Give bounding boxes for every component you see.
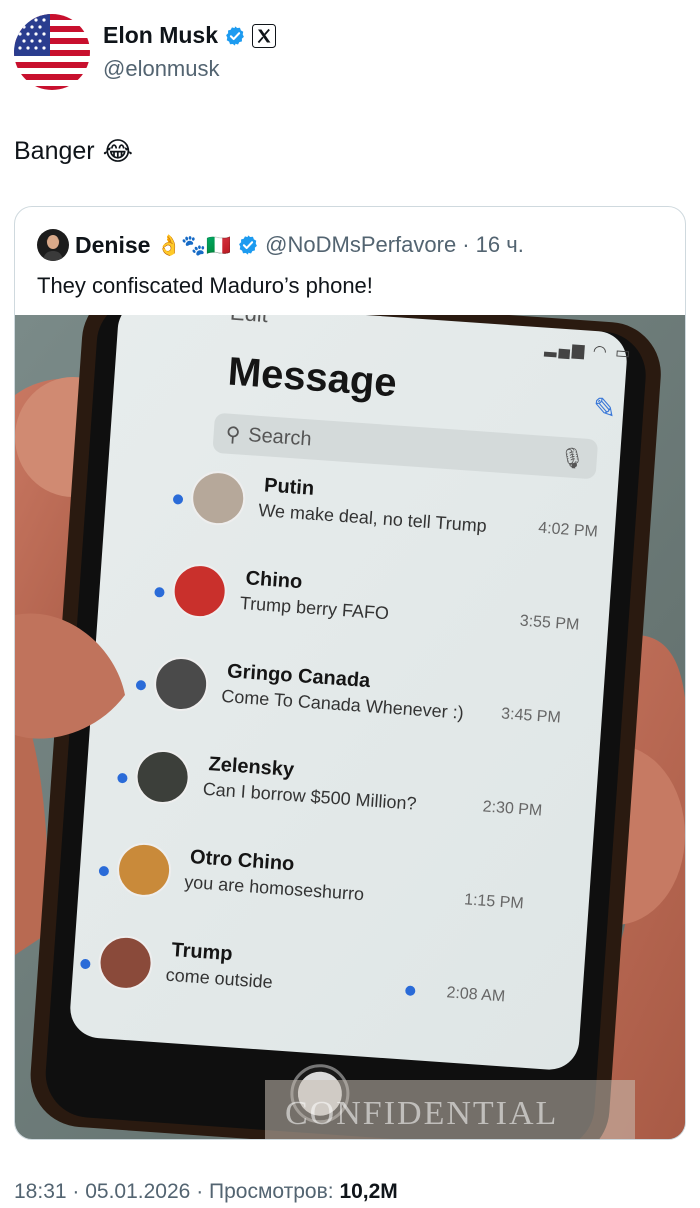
contact-avatar — [133, 748, 192, 806]
message-row: Zelensky Can I borrow $500 Million? 2:30… — [114, 747, 559, 859]
author-avatar[interactable] — [14, 14, 90, 90]
quote-handle[interactable]: @NoDMsPerfavore — [265, 232, 456, 258]
message-time: 4:02 PM — [537, 519, 599, 541]
confidential-watermark: CONFIDENTIAL — [285, 1095, 559, 1132]
message-time: 1:15 PM — [463, 891, 525, 913]
search-icon: ⚲ — [224, 423, 242, 447]
contact-name: Zelensky — [207, 753, 295, 782]
unread-dot — [135, 679, 147, 691]
author-handle[interactable]: @elonmusk — [103, 56, 220, 82]
contact-name: Putin — [263, 474, 315, 500]
post-date[interactable]: 05.01.2026 — [85, 1180, 190, 1203]
message-time: 2:08 AM — [445, 984, 506, 1006]
search-placeholder: Search — [247, 423, 313, 451]
contact-avatar — [152, 655, 210, 713]
name-emojis: 👌🐾🇮🇹 — [156, 234, 232, 257]
contact-name: Trump — [170, 939, 234, 966]
phone-screen: Edit ▂▄▆ ◠ ▭ Message ✎ ⚲ Search 🎙 Putin … — [80, 315, 643, 1073]
quoted-tweet[interactable]: Denise 👌🐾🇮🇹 @NoDMsPerfavore · 16 ч. They… — [14, 206, 686, 1140]
message-preview: come outside — [165, 964, 274, 993]
message-row: Putin We make deal, no tell Trump 4:02 P… — [169, 468, 614, 580]
quote-time[interactable]: · 16 ч. — [462, 232, 524, 258]
unread-dot — [172, 494, 184, 505]
views-count: 10,2M — [339, 1180, 398, 1203]
contact-name: Chino — [244, 567, 303, 594]
message-preview: Come To Canada Whenever :) — [220, 685, 465, 723]
message-row: Gringo Canada Come To Canada Whenever :)… — [132, 654, 577, 766]
compose-icon: ✎ — [591, 392, 618, 425]
contact-avatar — [170, 562, 229, 620]
quote-text: They confiscated Maduro’s phone! — [37, 273, 373, 298]
message-time: 2:30 PM — [482, 798, 543, 820]
contact-name: Otro Chino — [189, 846, 296, 876]
message-time: 3:45 PM — [500, 705, 562, 727]
unread-dot — [154, 586, 165, 598]
status-bar-icons: ▂▄▆ ◠ ▭ — [543, 339, 633, 363]
unread-dot — [98, 865, 110, 877]
message-time: 3:55 PM — [519, 612, 580, 634]
author-name-row: Elon Musk — [103, 22, 277, 49]
message-preview: Trump berry FAFO — [239, 592, 390, 624]
unread-dot — [80, 958, 91, 970]
post-text-content: Banger — [14, 137, 95, 165]
quote-header: Denise 👌🐾🇮🇹 @NoDMsPerfavore · 16 ч. — [37, 229, 524, 261]
message-row: Chino Trump berry FAFO 3:55 PM — [151, 561, 596, 673]
search-bar: ⚲ Search 🎙 — [212, 412, 599, 480]
unread-dot — [117, 772, 128, 784]
message-preview: you are homoseshurro — [183, 871, 365, 905]
verified-badge-icon[interactable] — [224, 25, 246, 47]
views-label: Просмотров: — [209, 1180, 334, 1203]
microphone-icon: 🎙 — [558, 446, 586, 471]
verified-badge-icon — [239, 235, 258, 255]
quote-name[interactable]: Denise — [75, 232, 150, 259]
unread-dot — [404, 985, 416, 997]
message-preview: Can I borrow $500 Million? — [202, 778, 418, 814]
contact-avatar — [115, 841, 173, 899]
post-meta: 18:31 · 05.01.2026 · Просмотров: 10,2M — [14, 1180, 398, 1204]
post-text: Banger 😂 — [14, 136, 133, 167]
laughing-emoji-icon: 😂 — [102, 136, 134, 166]
quote-avatar[interactable] — [37, 229, 69, 261]
us-flag-icon — [14, 14, 90, 90]
message-preview: We make deal, no tell Trump — [257, 500, 488, 536]
message-row: Trump come outside 2:08 AM — [77, 933, 522, 1045]
quote-image[interactable]: Edit ▂▄▆ ◠ ▭ Message ✎ ⚲ Search 🎙 Putin … — [15, 315, 685, 1139]
message-row: Otro Chino you are homoseshurro 1:15 PM — [95, 840, 540, 952]
separator-dot: · — [196, 1180, 210, 1203]
author-name[interactable]: Elon Musk — [103, 22, 218, 49]
back-edit-button: Edit — [229, 315, 269, 328]
separator-dot: · — [72, 1180, 86, 1203]
messages-title: Message — [226, 349, 399, 406]
woman-portrait-icon — [37, 229, 69, 261]
x-logo-icon[interactable] — [252, 23, 277, 48]
contact-avatar — [189, 469, 248, 527]
post-time[interactable]: 18:31 — [14, 1180, 67, 1203]
contact-avatar — [96, 934, 155, 992]
